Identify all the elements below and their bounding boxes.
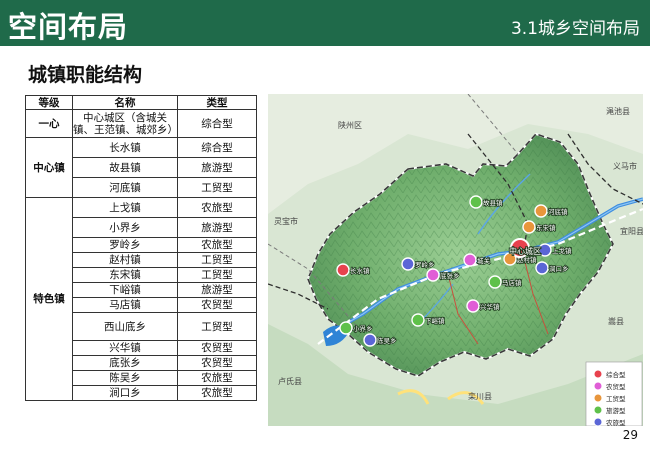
table-row: 一心 中心城区（含城关镇、王范镇、城郊乡） 综合型 [25,109,257,138]
column-header-type: 类型 [177,95,257,110]
legend-label: 农旅型 [606,418,626,426]
level-cell: 特色镇 [25,197,73,401]
map-svg: 陕州区 渑池县 义马市 宜阳县 嵩县 卢氏县 灵宝市 栾川县 河底镇东宋镇涧口乡… [267,93,644,427]
town-label: 东宋镇 [536,223,556,232]
place-label: 陕州区 [338,120,362,130]
section-title: 3.1城乡空间布局 [510,19,640,39]
type-cell: 综合型 [177,109,257,138]
town-label: 陈吴乡 [377,336,397,345]
center-city-label: 中心城区 [509,246,541,256]
header-bar: 空间布局 3.1城乡空间布局 [0,0,650,46]
town-marker [411,313,425,327]
name-cell: 长水镇 [72,137,178,158]
town-label: 马店镇 [502,278,522,287]
map-legend: 综合型农贸型工贸型旅游型农旅型 [585,361,643,427]
name-cell: 底张乡 [72,355,178,371]
type-cell: 旅游型 [177,282,257,298]
name-cell: 西山底乡 [72,312,178,341]
name-cell: 兴华镇 [72,340,178,356]
table-row: 特色镇 上戈镇 农旅型 [25,197,257,401]
name-cell: 下峪镇 [72,282,178,298]
place-label: 渑池县 [606,106,630,116]
type-cell: 农旅型 [177,237,257,253]
town-marker [339,321,353,335]
town-label: 小界乡 [353,324,373,333]
legend-label: 旅游型 [606,406,626,415]
page-number: 29 [622,428,638,442]
town-label: 河底镇 [548,207,568,216]
page-title: 空间布局 [8,10,129,44]
town-label: 涧口乡 [549,265,569,273]
place-label: 嵩县 [608,317,624,326]
town-marker [534,204,548,218]
town-marker [488,275,502,289]
type-cell: 农贸型 [177,297,257,313]
place-label: 卢氏县 [278,376,302,386]
legend-label: 综合型 [606,370,626,379]
legend-swatch [593,381,603,391]
legend-swatch [593,393,603,403]
town-label: 下峪镇 [425,316,445,325]
town-structure-map: 陕州区 渑池县 义马市 宜阳县 嵩县 卢氏县 灵宝市 栾川县 河底镇东宋镇涧口乡… [267,93,644,427]
name-cell: 马店镇 [72,297,178,313]
name-cell: 中心城区（含城关镇、王范镇、城郊乡） [72,109,178,138]
name-cell: 赵村镇 [72,252,178,268]
town-marker [336,263,350,277]
column-header-level: 等级 [25,95,73,110]
town-marker [469,195,483,209]
level-cell: 一心 [25,109,73,138]
town-label: 城关 [477,256,491,265]
type-cell: 农旅型 [177,385,257,401]
type-cell: 旅游型 [177,217,257,238]
name-cell: 涧口乡 [72,385,178,401]
name-cell: 东宋镇 [72,267,178,283]
town-label: 兴华镇 [480,302,500,311]
town-marker [535,261,549,275]
place-label: 栾川县 [468,391,492,401]
town-marker [363,333,377,347]
name-cell: 上戈镇 [72,197,178,218]
name-cell: 罗岭乡 [72,237,178,253]
town-marker [466,299,480,313]
town-marker [522,220,536,234]
table-row: 中心镇 长水镇 综合型 [25,137,257,198]
town-label: 上戈镇 [552,246,572,255]
column-header-name: 名称 [72,95,178,110]
town-label: 罗岭乡 [415,260,435,269]
table-title: 城镇职能结构 [28,64,143,86]
type-cell: 工贸型 [177,177,257,198]
legend-label: 工贸型 [606,394,626,403]
type-cell: 农旅型 [177,197,257,218]
legend-swatch [593,417,603,427]
town-marker [426,268,440,282]
type-cell: 农旅型 [177,370,257,386]
type-cell: 工贸型 [177,267,257,283]
type-cell: 旅游型 [177,157,257,178]
town-marker [401,257,415,271]
place-label: 宜阳县 [620,226,643,236]
type-cell: 农贸型 [177,340,257,356]
legend-label: 农贸型 [606,382,626,391]
type-cell: 综合型 [177,137,257,158]
type-cell: 工贸型 [177,312,257,341]
type-cell: 工贸型 [177,252,257,268]
place-label: 灵宝市 [274,216,298,226]
legend-swatch [593,405,603,415]
town-marker [463,253,477,267]
town-function-table: 等级 名称 类型 一心 中心城区（含城关镇、王范镇、城郊乡） 综合型 中心镇 长… [25,95,257,401]
type-cell: 农贸型 [177,355,257,371]
legend-swatch [593,369,603,379]
town-label: 故县镇 [483,198,503,207]
place-label: 义马市 [613,161,637,171]
town-label: 底张乡 [440,271,460,280]
town-label: 长水镇 [350,266,370,275]
name-cell: 小界乡 [72,217,178,238]
name-cell: 故县镇 [72,157,178,178]
level-cell: 中心镇 [25,137,73,198]
name-cell: 河底镇 [72,177,178,198]
name-cell: 陈吴乡 [72,370,178,386]
